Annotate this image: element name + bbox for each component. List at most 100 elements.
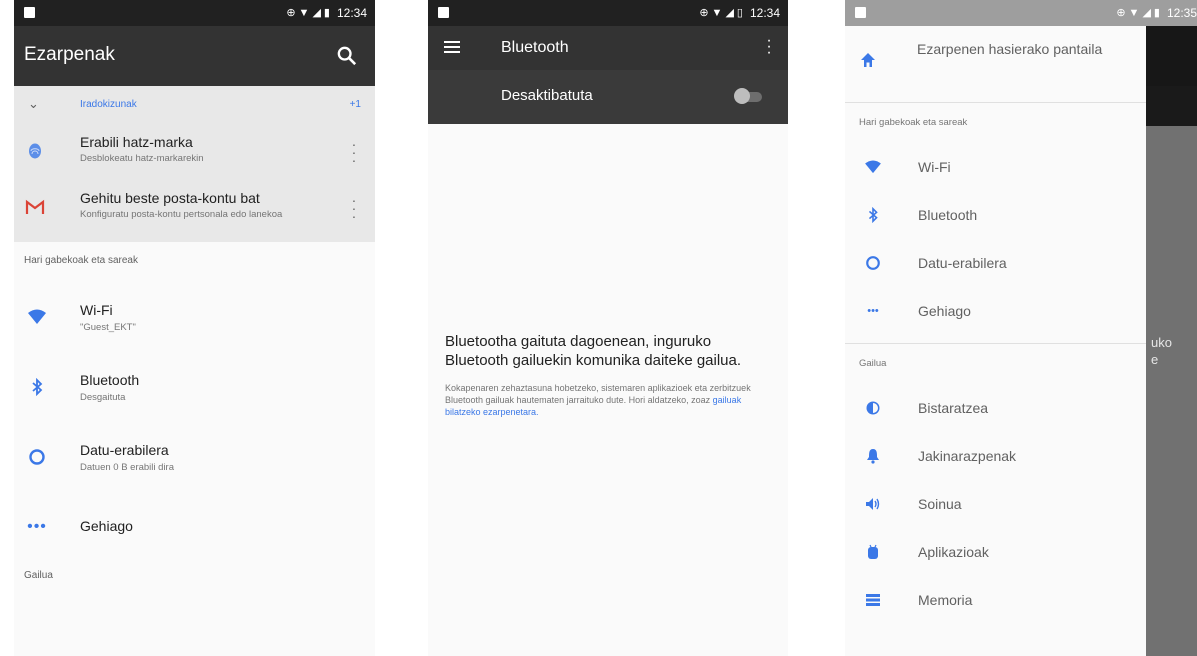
toggle-label: Desaktibatuta [501,87,593,104]
clock: 12:35 [1166,6,1197,20]
data-usage-icon [26,446,48,468]
wifi-status-icon: ▼ [1128,7,1140,19]
data-usage-icon [863,253,883,273]
drawer-item-apps[interactable]: Aplikazioak [845,528,1146,576]
item-title: Bluetooth [80,372,140,388]
signal-icon: ◢ [312,7,321,19]
search-icon[interactable] [333,42,361,70]
page-title: Ezarpenak [24,44,115,65]
section-header: Hari gabekoak eta sareak [859,117,968,128]
section-header: Gailua [24,570,53,581]
background-text: e [1151,352,1159,367]
clock: 12:34 [336,6,367,20]
navigation-drawer: Ezarpenen hasierako pantaila Hari gabeko… [845,26,1146,656]
note-text: Kokapenaren zehaztasuna hobetzeko, siste… [445,383,751,405]
page-title: Bluetooth [501,39,569,56]
bluetooth-note: Kokapenaren zehaztasuna hobetzeko, siste… [445,382,775,418]
item-subtitle: "Guest_EKT" [80,322,136,333]
suggestions-count: +1 [349,99,361,110]
settings-item-more[interactable]: ••• Gehiago [14,492,375,562]
drawer-item-bluetooth[interactable]: Bluetooth [845,191,1146,239]
wifi-status-icon: ▼ [711,7,723,19]
suggestions-panel: ⌄ Iradokizunak +1 Erabili hatz-marka Des… [14,86,375,242]
drawer-item-wifi[interactable]: Wi-Fi [845,143,1146,191]
item-subtitle: Desgaituta [80,392,126,403]
more-vert-icon[interactable]: · · · [351,137,357,167]
notification-icon [24,7,35,18]
settings-item-data-usage[interactable]: Datu-erabilera Datuen 0 B erabili dira [14,422,375,492]
wifi-status-icon: ▼ [298,7,310,19]
suggestion-title: Erabili hatz-marka [80,134,193,150]
drawer-item-label: Aplikazioak [918,544,989,560]
drawer-item-label: Wi-Fi [918,159,951,175]
more-vert-icon[interactable]: · · · [766,33,772,61]
suggestion-title: Gehitu beste posta-kontu bat [80,190,260,206]
drawer-item-sound[interactable]: Soinua [845,480,1146,528]
suggestion-subtitle: Konfiguratu posta-kontu pertsonala edo l… [80,209,283,220]
item-subtitle: Datuen 0 B erabili dira [80,462,174,473]
drawer-item-notifications[interactable]: Jakinarazpenak [845,432,1146,480]
bluetooth-switch[interactable] [734,88,764,104]
app-bar: Bluetooth · · · [428,26,788,70]
section-header: Hari gabekoak eta sareak [24,255,138,266]
drawer-screen: ⊕ ▼ ◢ ▮ 12:35 uko e Ezarpenen hasierako … [845,0,1197,656]
bluetooth-screen: ⊕ ▼ ◢ ▯ 12:34 Bluetooth · · · Desaktibatut… [428,0,788,656]
drawer-item-label: Jakinarazpenak [918,448,1017,464]
status-bar: ⊕ ▼ ◢ ▮ 12:34 [14,0,375,26]
clock: 12:34 [749,6,780,20]
suggestion-subtitle: Desblokeatu hatz-markarekin [80,153,204,164]
drawer-item-data-usage[interactable]: Datu-erabilera [845,239,1146,287]
chevron-down-icon: ⌄ [28,96,39,111]
drawer-item-label: Gehiago [918,303,971,319]
display-icon [863,398,883,418]
wifi-icon [863,157,883,177]
drawer-item-label: Soinua [918,496,962,512]
item-title: Wi-Fi [80,302,113,318]
more-horiz-icon: ••• [27,518,47,535]
battery-icon: ▯ [736,7,743,19]
fingerprint-icon [24,140,46,162]
item-title: Datu-erabilera [80,442,169,458]
vibrate-icon: ⊕ [699,7,709,19]
gmail-icon [24,196,46,218]
battery-icon: ▮ [323,7,330,19]
drawer-item-label: Bistaratzea [918,400,989,416]
status-bar: ⊕ ▼ ◢ ▮ 12:35 [845,0,1197,26]
drawer-item-label: Datu-erabilera [918,255,1007,271]
drawer-item-label: Ezarpenen hasierako pantaila [917,41,1103,57]
drawer-item-label: Bluetooth [918,207,978,223]
settings-item-bluetooth[interactable]: Bluetooth Desgaituta [14,352,375,422]
drawer-item-display[interactable]: Bistaratzea [845,384,1146,432]
settings-screen: ⊕ ▼ ◢ ▮ 12:34 Ezarpenak ⌄ Iradokizunak +… [14,0,375,656]
home-icon [860,52,876,73]
signal-icon: ◢ [725,7,734,19]
apps-icon [863,542,883,562]
bluetooth-toggle-row[interactable]: Desaktibatuta [428,70,788,124]
drawer-item-more[interactable]: ••• Gehiago [845,287,1146,335]
notification-icon [438,7,449,18]
storage-icon [863,590,883,610]
bluetooth-message: Bluetootha gaituta dagoenean, inguruko B… [445,333,742,369]
signal-icon: ◢ [1142,7,1151,19]
suggestions-header[interactable]: ⌄ Iradokizunak +1 [14,86,375,124]
suggestion-add-account[interactable]: Gehitu beste posta-kontu bat Konfiguratu… [14,180,375,242]
sound-icon [863,494,883,514]
drawer-item-storage[interactable]: Memoria [845,576,1146,624]
wifi-icon [26,306,48,328]
vibrate-icon: ⊕ [286,7,296,19]
settings-item-wifi[interactable]: Wi-Fi "Guest_EKT" [14,282,375,352]
bluetooth-icon [26,376,48,398]
bluetooth-icon [863,205,883,225]
background-text: uko [1151,335,1172,350]
suggestion-fingerprint[interactable]: Erabili hatz-marka Desblokeatu hatz-mark… [14,124,375,180]
bluetooth-info: Bluetootha gaituta dagoenean, inguruko B… [445,332,775,418]
menu-icon[interactable] [444,41,460,53]
switch-knob [734,88,750,104]
battery-icon: ▮ [1153,7,1160,19]
more-vert-icon[interactable]: · · · [351,193,357,223]
item-title: Gehiago [80,518,133,534]
app-bar: Ezarpenak [14,26,375,86]
drawer-item-home[interactable]: Ezarpenen hasierako pantaila [845,26,1146,103]
section-header: Gailua [859,358,887,369]
vibrate-icon: ⊕ [1116,7,1126,19]
